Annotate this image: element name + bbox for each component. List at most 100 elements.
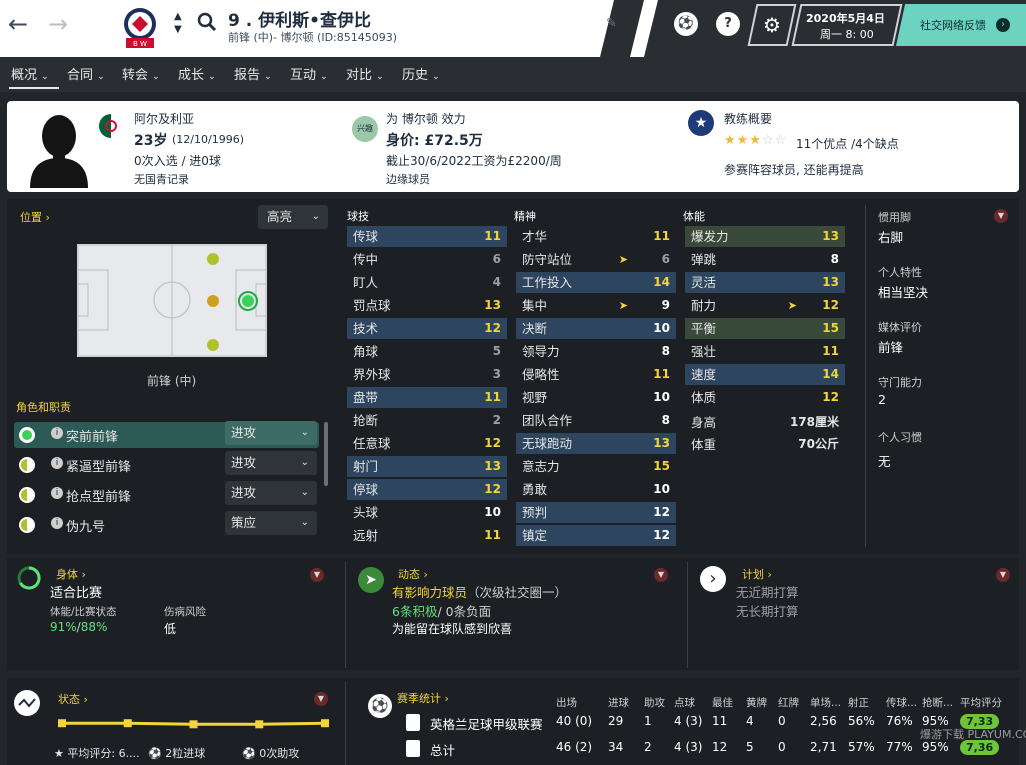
attribute-row[interactable]: 任意球 12 [347,433,507,454]
watermark: 爆游下载 PLAYUM.CC [920,728,1026,741]
form-point[interactable] [321,719,329,728]
club-switch-icon[interactable]: ▲ ▼ [174,10,182,36]
season-column-header[interactable]: 出场 [556,695,577,710]
social-feedback-button[interactable]: 社交网络反馈 › [896,4,1026,46]
season-column-header[interactable]: 射正 [848,695,869,710]
attribute-row[interactable]: 速度 14 [685,364,845,385]
attribute-row[interactable]: 无球跑动 13 [516,433,676,454]
season-column-header[interactable]: 红牌 [778,695,799,710]
attribute-row[interactable]: 罚点球 13 [347,295,507,316]
season-column-header[interactable]: 平均评分 [960,695,1002,710]
plan-title[interactable]: 计划 › [742,566,772,582]
attribute-row[interactable]: 头球 10 [347,502,507,523]
attribute-row[interactable]: 耐力 ➤ 12 [685,295,845,316]
role-item[interactable]: i 伪九号 策应 ⌄ [0,511,330,538]
role-item[interactable]: i 抢点型前锋 进攻 ⌄ [0,481,330,508]
attribute-row[interactable]: 侵略性 11 [516,364,676,385]
form-line-chart [58,719,329,729]
season-column-header[interactable]: 抢断... [922,695,953,710]
duty-dropdown[interactable]: 进攻 ⌄ [225,421,317,445]
attribute-row[interactable]: 弹跳 8 [685,249,845,270]
tab-compare[interactable]: 对比 ⌄ [346,64,384,83]
dynamics-title[interactable]: 动态 › [398,566,428,582]
role-item[interactable]: i 突前前锋 进攻 ⌄ [0,421,330,448]
form-point[interactable] [58,719,66,728]
attribute-name: 体质 [691,390,717,405]
role-item[interactable]: i 紧逼型前锋 进攻 ⌄ [0,451,330,478]
collapse-icon[interactable]: ▼ [996,568,1010,582]
nationality[interactable]: 阿尔及利亚 [134,110,194,127]
attribute-row[interactable]: 传中 6 [347,249,507,270]
season-column-header[interactable]: 点球 [674,695,695,710]
attribute-value: 10 [653,482,670,496]
collapse-icon[interactable]: ▼ [310,568,324,582]
attribute-row[interactable]: 盯人 4 [347,272,507,293]
attribute-row[interactable]: 传球 11 [347,226,507,247]
edit-pencil-icon[interactable]: ✎ [606,16,617,31]
attribute-row[interactable]: 体质 12 [685,387,845,408]
attribute-row[interactable]: 勇敢 10 [516,479,676,500]
attribute-row[interactable]: 盘带 11 [347,387,507,408]
attribute-row[interactable]: 工作投入 14 [516,272,676,293]
position-title[interactable]: 位置 › [20,209,50,225]
tab-contract[interactable]: 合同 ⌄ [67,64,105,83]
tab-interaction[interactable]: 互动 ⌄ [290,64,328,83]
form-title[interactable]: 状态 › [58,691,88,707]
attribute-row[interactable]: 远射 11 [347,525,507,546]
club-line[interactable]: 为 博尔顿 效力 [386,110,466,127]
forward-arrow-icon[interactable]: → [48,12,68,36]
season-column-header[interactable]: 传球... [886,695,917,710]
form-point[interactable] [189,720,198,729]
collapse-icon[interactable]: ▼ [994,209,1008,223]
attribute-row[interactable]: 领导力 8 [516,341,676,362]
tab-transfer[interactable]: 转会 ⌄ [122,64,160,83]
duty-dropdown[interactable]: 进攻 ⌄ [225,481,317,505]
body-title[interactable]: 身体 › [56,566,86,582]
attribute-row[interactable]: 意志力 15 [516,456,676,477]
form-point[interactable] [255,720,264,729]
help-icon[interactable]: ? [716,12,740,36]
coach-title[interactable]: 教练概要 [724,110,772,127]
duty-dropdown[interactable]: 策应 ⌄ [225,511,317,535]
season-column-header[interactable]: 进球 [608,695,629,710]
collapse-icon[interactable]: ▼ [654,568,668,582]
season-column-header[interactable]: 助攻 [644,695,665,710]
attribute-row[interactable]: 射门 13 [347,456,507,477]
season-column-header[interactable]: 最佳 [712,695,733,710]
attribute-row[interactable]: 防守站位 ➤ 6 [516,249,676,270]
attribute-row[interactable]: 抢断 2 [347,410,507,431]
attribute-row[interactable]: 灵活 13 [685,272,845,293]
club-crest-icon[interactable]: B W [118,4,162,52]
attribute-name: 罚点球 [353,298,391,313]
attribute-row[interactable]: 停球 12 [347,479,507,500]
attribute-row[interactable]: 镇定 12 [516,525,676,546]
attribute-row[interactable]: 角球 5 [347,341,507,362]
search-icon[interactable] [197,12,217,32]
duty-dropdown[interactable]: 进攻 ⌄ [225,451,317,475]
attribute-row[interactable]: 集中 ➤ 9 [516,295,676,316]
weight-value: 70公斤 [798,437,839,451]
tab-history[interactable]: 历史 ⌄ [402,64,440,83]
attribute-row[interactable]: 视野 10 [516,387,676,408]
attribute-value: 10 [484,505,501,519]
ball-icon[interactable]: ⚽ [674,12,698,36]
attribute-row[interactable]: 决断 10 [516,318,676,339]
attribute-row[interactable]: 预判 12 [516,502,676,523]
attribute-row[interactable]: 界外球 3 [347,364,507,385]
attribute-row[interactable]: 技术 12 [347,318,507,339]
season-column-header[interactable]: 黄牌 [746,695,767,710]
highlight-dropdown[interactable]: 高亮 ⌄ [258,205,328,229]
attribute-row[interactable]: 才华 11 [516,226,676,247]
season-column-header[interactable]: 单场... [810,695,841,710]
attribute-row[interactable]: 强壮 11 [685,341,845,362]
season-title[interactable]: 赛季统计 › [397,690,449,706]
attribute-row[interactable]: 爆发力 13 [685,226,845,247]
attribute-row[interactable]: 团队合作 8 [516,410,676,431]
tab-overview[interactable]: 概况 ⌄ [11,64,49,83]
back-arrow-icon[interactable]: ← [8,12,28,36]
attribute-row[interactable]: 平衡 15 [685,318,845,339]
tab-development[interactable]: 成长 ⌄ [178,64,216,83]
collapse-icon[interactable]: ▼ [314,692,328,706]
form-point[interactable] [123,719,132,728]
tab-reports[interactable]: 报告 ⌄ [234,64,272,83]
